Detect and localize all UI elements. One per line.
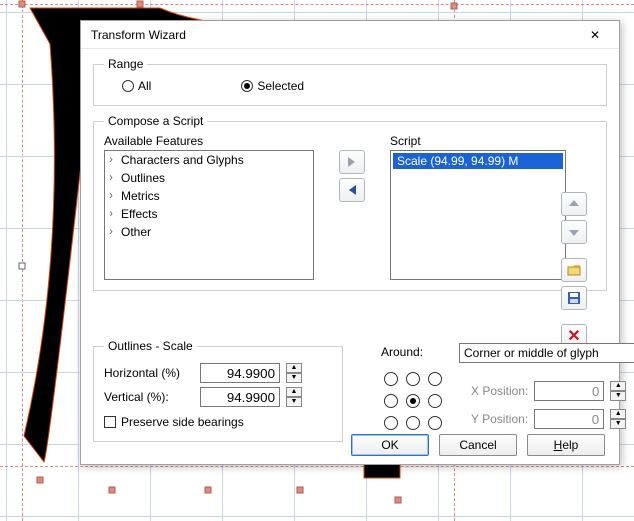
- x-position-label: X Position:: [471, 384, 528, 398]
- vertical-input[interactable]: [200, 387, 280, 407]
- range-legend: Range: [104, 57, 147, 71]
- anchor-cell[interactable]: [406, 394, 420, 408]
- ok-button[interactable]: OK: [351, 434, 429, 456]
- script-item[interactable]: Scale (94.99, 94.99) M: [393, 153, 563, 169]
- titlebar[interactable]: Transform Wizard ✕: [81, 21, 619, 49]
- anchor-cell[interactable]: [428, 394, 442, 408]
- vertical-label: Vertical (%):: [104, 390, 194, 404]
- anchor-cell[interactable]: [384, 394, 398, 408]
- anchor-cell[interactable]: [428, 372, 442, 386]
- move-down-button[interactable]: [561, 220, 587, 244]
- radio-selected-label: Selected: [257, 79, 304, 93]
- x-position-stepper: ▲▼: [610, 381, 626, 401]
- outlines-legend: Outlines - Scale: [104, 339, 197, 353]
- anchor-cell[interactable]: [384, 372, 398, 386]
- horizontal-input[interactable]: [200, 363, 280, 383]
- open-script-button[interactable]: [561, 258, 587, 282]
- transform-wizard-dialog: Transform Wizard ✕ Range All Selected Co…: [80, 20, 620, 465]
- radio-all-label: All: [138, 79, 151, 93]
- dialog-footer: OK Cancel Help: [81, 424, 619, 464]
- vertical-stepper[interactable]: ▲▼: [286, 387, 302, 407]
- radio-selected[interactable]: Selected: [241, 79, 304, 93]
- x-position-input: [534, 381, 604, 401]
- available-features-label: Available Features: [104, 134, 314, 148]
- add-to-script-button[interactable]: [339, 150, 365, 174]
- help-button[interactable]: Help: [527, 434, 605, 456]
- script-list[interactable]: Scale (94.99, 94.99) M: [390, 150, 566, 280]
- anchor-cell[interactable]: [406, 372, 420, 386]
- dialog-title: Transform Wizard: [91, 28, 577, 42]
- feature-item[interactable]: Outlines: [105, 169, 313, 187]
- horizontal-stepper[interactable]: ▲▼: [286, 363, 302, 383]
- around-select[interactable]: Corner or middle of glyph: [459, 343, 634, 363]
- radio-all[interactable]: All: [122, 79, 151, 93]
- range-group: Range All Selected: [93, 57, 607, 106]
- compose-group: Compose a Script Available Features Char…: [93, 114, 607, 291]
- feature-item[interactable]: Characters and Glyphs: [105, 151, 313, 169]
- feature-item[interactable]: Other: [105, 223, 313, 241]
- available-features-list[interactable]: Characters and GlyphsOutlinesMetricsEffe…: [104, 150, 314, 280]
- feature-item[interactable]: Effects: [105, 205, 313, 223]
- compose-legend: Compose a Script: [104, 114, 207, 128]
- horizontal-label: Horizontal (%): [104, 366, 194, 380]
- script-label: Script: [390, 134, 566, 148]
- cancel-button[interactable]: Cancel: [439, 434, 517, 456]
- close-icon: ✕: [590, 28, 600, 42]
- feature-item[interactable]: Metrics: [105, 187, 313, 205]
- remove-from-script-button[interactable]: [339, 178, 365, 202]
- close-button[interactable]: ✕: [577, 23, 613, 47]
- save-script-button[interactable]: [561, 286, 587, 310]
- move-up-button[interactable]: [561, 192, 587, 216]
